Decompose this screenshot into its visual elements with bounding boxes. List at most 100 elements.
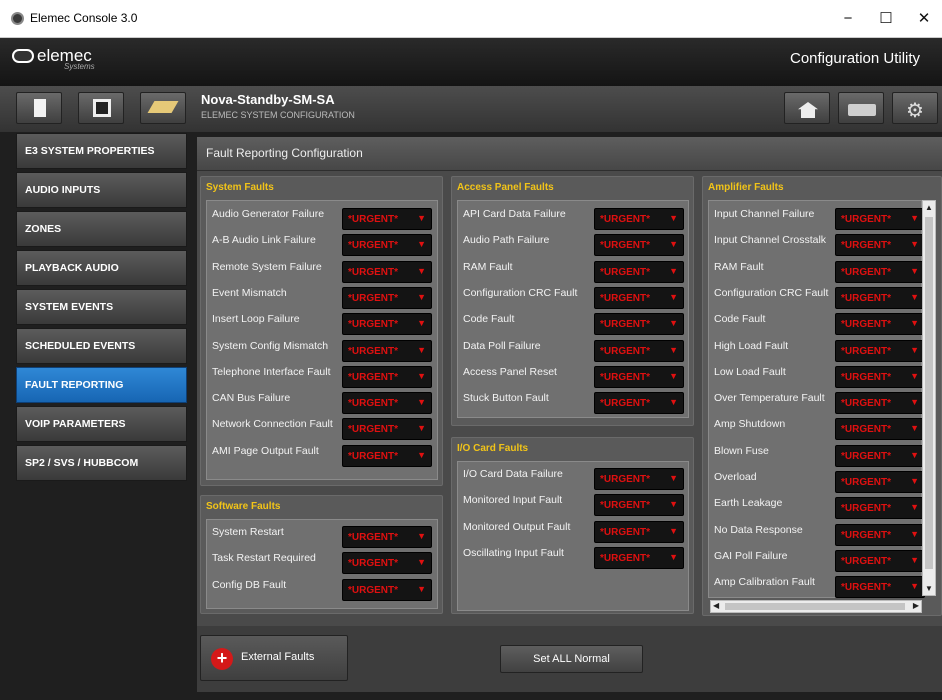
priority-dropdown[interactable]: *URGENT* ▼ — [594, 392, 684, 414]
priority-dropdown[interactable]: *URGENT* ▼ — [835, 261, 925, 283]
print-button[interactable] — [838, 92, 884, 124]
dropdown-arrow-icon: ▼ — [417, 531, 426, 541]
dropdown-arrow-icon: ▼ — [669, 526, 678, 536]
priority-dropdown[interactable]: *URGENT* ▼ — [835, 445, 925, 467]
fault-label: A-B Audio Link Failure — [212, 234, 316, 246]
priority-dropdown[interactable]: *URGENT* ▼ — [594, 340, 684, 362]
nav-item-fault-reporting[interactable]: FAULT REPORTING — [16, 367, 187, 403]
dropdown-arrow-icon: ▼ — [417, 397, 426, 407]
priority-dropdown[interactable]: *URGENT* ▼ — [835, 234, 925, 256]
priority-dropdown[interactable]: *URGENT* ▼ — [342, 552, 432, 574]
fault-label: System Config Mismatch — [212, 340, 329, 352]
priority-dropdown[interactable]: *URGENT* ▼ — [594, 494, 684, 516]
priority-dropdown[interactable]: *URGENT* ▼ — [342, 261, 432, 283]
dropdown-arrow-icon: ▼ — [417, 266, 426, 276]
fault-label: Code Fault — [463, 313, 515, 325]
clear-button[interactable] — [140, 92, 186, 124]
priority-dropdown[interactable]: *URGENT* ▼ — [342, 366, 432, 388]
dropdown-arrow-icon: ▼ — [910, 555, 919, 565]
priority-dropdown[interactable]: *URGENT* ▼ — [594, 547, 684, 569]
nav-item-zones[interactable]: ZONES — [16, 211, 187, 247]
dropdown-arrow-icon: ▼ — [669, 397, 678, 407]
priority-dropdown[interactable]: *URGENT* ▼ — [835, 392, 925, 414]
priority-dropdown[interactable]: *URGENT* ▼ — [594, 313, 684, 335]
priority-dropdown[interactable]: *URGENT* ▼ — [342, 208, 432, 230]
priority-value: *URGENT* — [348, 398, 399, 409]
priority-value: *URGENT* — [600, 398, 651, 409]
nav-item-playback-audio[interactable]: PLAYBACK AUDIO — [16, 250, 187, 286]
priority-dropdown[interactable]: *URGENT* ▼ — [342, 579, 432, 601]
priority-dropdown[interactable]: *URGENT* ▼ — [594, 208, 684, 230]
priority-dropdown[interactable]: *URGENT* ▼ — [342, 392, 432, 414]
home-button[interactable] — [784, 92, 830, 124]
priority-dropdown[interactable]: *URGENT* ▼ — [342, 313, 432, 335]
amplifier-horizontal-scrollbar[interactable]: ◀ ▶ — [710, 600, 922, 613]
window-title: Elemec Console 3.0 — [30, 11, 138, 25]
elemec-logo: elemec Systems — [12, 46, 95, 71]
priority-dropdown[interactable]: *URGENT* ▼ — [594, 287, 684, 309]
dropdown-arrow-icon: ▼ — [669, 318, 678, 328]
priority-dropdown[interactable]: *URGENT* ▼ — [835, 208, 925, 230]
nav-item-scheduled-events[interactable]: SCHEDULED EVENTS — [16, 328, 187, 364]
priority-dropdown[interactable]: *URGENT* ▼ — [594, 234, 684, 256]
priority-dropdown[interactable]: *URGENT* ▼ — [594, 366, 684, 388]
fault-label: Audio Generator Failure — [212, 208, 325, 220]
priority-dropdown[interactable]: *URGENT* ▼ — [594, 521, 684, 543]
amplifier-vertical-scrollbar[interactable]: ▲ ▼ — [922, 200, 936, 596]
new-button[interactable] — [16, 92, 62, 124]
close-button[interactable]: ✕ — [906, 6, 942, 32]
scroll-right-icon[interactable]: ▶ — [913, 601, 919, 610]
scroll-thumb[interactable] — [925, 217, 933, 569]
priority-dropdown[interactable]: *URGENT* ▼ — [835, 313, 925, 335]
priority-dropdown[interactable]: *URGENT* ▼ — [342, 445, 432, 467]
fault-label: High Load Fault — [714, 340, 789, 352]
priority-dropdown[interactable]: *URGENT* ▼ — [835, 524, 925, 546]
dropdown-arrow-icon: ▼ — [910, 371, 919, 381]
external-faults-button[interactable]: + External Faults — [200, 635, 348, 681]
scroll-up-icon[interactable]: ▲ — [925, 203, 933, 212]
nav-item-sp2-svs-hubbcom[interactable]: SP2 / SVS / HUBBCOM — [16, 445, 187, 481]
dropdown-arrow-icon: ▼ — [910, 397, 919, 407]
priority-dropdown[interactable]: *URGENT* ▼ — [342, 340, 432, 362]
nav-item-voip-parameters[interactable]: VOIP PARAMETERS — [16, 406, 187, 442]
priority-dropdown[interactable]: *URGENT* ▼ — [835, 550, 925, 572]
scroll-thumb-horizontal[interactable] — [725, 603, 905, 610]
fault-label: RAM Fault — [463, 261, 513, 273]
priority-value: *URGENT* — [841, 398, 892, 409]
priority-dropdown[interactable]: *URGENT* ▼ — [835, 418, 925, 440]
fault-label: Access Panel Reset — [463, 366, 557, 378]
priority-dropdown[interactable]: *URGENT* ▼ — [342, 234, 432, 256]
priority-dropdown[interactable]: *URGENT* ▼ — [342, 287, 432, 309]
priority-dropdown[interactable]: *URGENT* ▼ — [835, 497, 925, 519]
nav-item-system-events[interactable]: SYSTEM EVENTS — [16, 289, 187, 325]
set-all-normal-button[interactable]: Set ALL Normal — [500, 645, 643, 673]
priority-dropdown[interactable]: *URGENT* ▼ — [594, 468, 684, 490]
priority-value: *URGENT* — [600, 319, 651, 330]
priority-value: *URGENT* — [600, 267, 651, 278]
priority-dropdown[interactable]: *URGENT* ▼ — [594, 261, 684, 283]
fault-label: Amp Calibration Fault — [714, 576, 815, 588]
settings-button[interactable]: ⚙ — [892, 92, 938, 124]
priority-value: *URGENT* — [600, 214, 651, 225]
save-button[interactable] — [78, 92, 124, 124]
dropdown-arrow-icon: ▼ — [669, 499, 678, 509]
priority-dropdown[interactable]: *URGENT* ▼ — [835, 366, 925, 388]
logo-mark-icon — [12, 49, 34, 63]
fault-label: Insert Loop Failure — [212, 313, 300, 325]
nav-item-e3-system-properties[interactable]: E3 SYSTEM PROPERTIES — [16, 133, 187, 169]
priority-dropdown[interactable]: *URGENT* ▼ — [835, 576, 925, 598]
priority-value: *URGENT* — [348, 346, 399, 357]
priority-dropdown[interactable]: *URGENT* ▼ — [342, 526, 432, 548]
priority-dropdown[interactable]: *URGENT* ▼ — [835, 340, 925, 362]
priority-value: *URGENT* — [841, 214, 892, 225]
priority-dropdown[interactable]: *URGENT* ▼ — [342, 418, 432, 440]
nav-item-audio-inputs[interactable]: AUDIO INPUTS — [16, 172, 187, 208]
priority-dropdown[interactable]: *URGENT* ▼ — [835, 287, 925, 309]
maximize-button[interactable]: ☐ — [868, 6, 904, 32]
priority-value: *URGENT* — [348, 372, 399, 383]
scroll-down-icon[interactable]: ▼ — [925, 584, 933, 593]
priority-value: *URGENT* — [348, 267, 399, 278]
scroll-left-icon[interactable]: ◀ — [713, 601, 719, 610]
minimize-button[interactable]: − — [830, 6, 866, 32]
priority-dropdown[interactable]: *URGENT* ▼ — [835, 471, 925, 493]
